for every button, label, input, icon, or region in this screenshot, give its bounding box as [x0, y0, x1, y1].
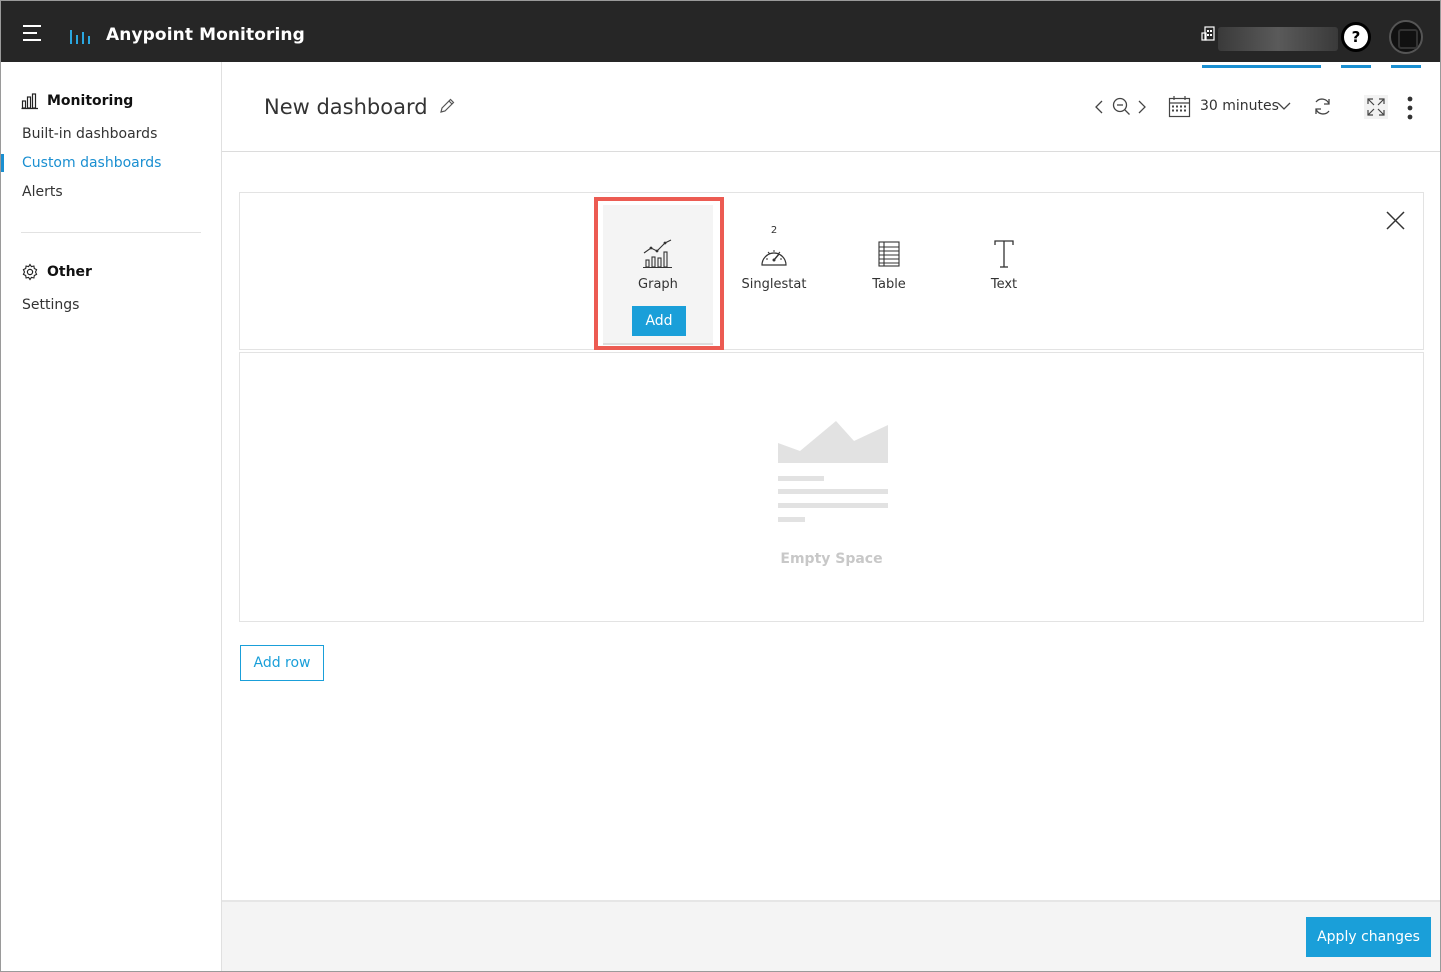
sidebar-item-custom-dashboards[interactable]: Custom dashboards [22, 155, 161, 171]
menu-icon[interactable] [23, 25, 43, 41]
sidebar-item-settings[interactable]: Settings [22, 297, 79, 313]
sidebar-item-alerts[interactable]: Alerts [22, 184, 63, 200]
app-title: Anypoint Monitoring [106, 25, 305, 45]
calendar-icon[interactable] [1168, 95, 1191, 118]
sidebar-heading-label: Other [47, 264, 92, 280]
header-divider [222, 151, 1440, 152]
sidebar-heading-monitoring: Monitoring [21, 92, 133, 110]
apply-changes-button[interactable]: Apply changes [1306, 917, 1431, 957]
text-icon [994, 240, 1014, 268]
avatar-underline [1391, 65, 1421, 68]
panel-option-table[interactable]: Table [834, 205, 944, 345]
active-indicator [1, 154, 4, 172]
fullscreen-icon[interactable] [1364, 95, 1388, 119]
empty-space-label: Empty Space [780, 551, 883, 567]
org-underline [1202, 65, 1321, 68]
zoom-out-icon[interactable] [1112, 97, 1131, 116]
panel-option-label: Table [872, 277, 906, 292]
refresh-icon[interactable] [1312, 96, 1333, 117]
footer-bar [222, 900, 1440, 971]
organization-selector[interactable] [1218, 27, 1338, 51]
more-options-icon[interactable] [1405, 96, 1415, 120]
panel-option-label: Singlestat [741, 277, 807, 292]
gauge-icon [761, 250, 787, 266]
chevron-right-icon[interactable] [1137, 100, 1147, 114]
time-range-picker[interactable]: 30 minutes [1200, 98, 1279, 114]
gear-icon [22, 263, 38, 281]
panel-option-text[interactable]: Text [949, 205, 1059, 345]
chevron-down-icon[interactable] [1277, 101, 1291, 111]
bar-chart-icon [21, 93, 38, 110]
help-underline [1341, 65, 1371, 68]
app-window: Anypoint Monitoring ? Monitoring Built-i… [0, 0, 1441, 972]
chevron-left-icon[interactable] [1094, 100, 1104, 114]
empty-space-illustration [778, 421, 888, 522]
sidebar-heading-label: Monitoring [47, 93, 134, 109]
singlestat-badge: 2 [770, 225, 778, 236]
user-avatar[interactable] [1389, 20, 1423, 54]
sidebar: Monitoring Built-in dashboards Custom da… [1, 62, 222, 971]
monitoring-logo-icon [70, 30, 90, 44]
organization-icon[interactable] [1201, 26, 1217, 42]
dashboard-title: New dashboard [264, 95, 428, 119]
top-bar: Anypoint Monitoring ? [1, 1, 1440, 62]
panel-option-label: Text [990, 277, 1018, 292]
table-icon [878, 241, 900, 267]
panel-option-singlestat[interactable]: 2 Singlestat [719, 205, 829, 345]
sidebar-divider [21, 232, 201, 233]
empty-row: Empty Space [239, 352, 1424, 622]
sidebar-item-built-in-dashboards[interactable]: Built-in dashboards [22, 126, 157, 142]
pencil-icon[interactable] [438, 97, 456, 115]
sidebar-heading-other: Other [21, 263, 92, 281]
highlight-annotation [594, 197, 724, 350]
add-row-button[interactable]: Add row [240, 645, 324, 681]
close-icon[interactable] [1385, 210, 1406, 231]
help-button[interactable]: ? [1341, 22, 1371, 52]
panel-type-picker: Graph Add 2 Singlestat Table Text [239, 192, 1424, 350]
